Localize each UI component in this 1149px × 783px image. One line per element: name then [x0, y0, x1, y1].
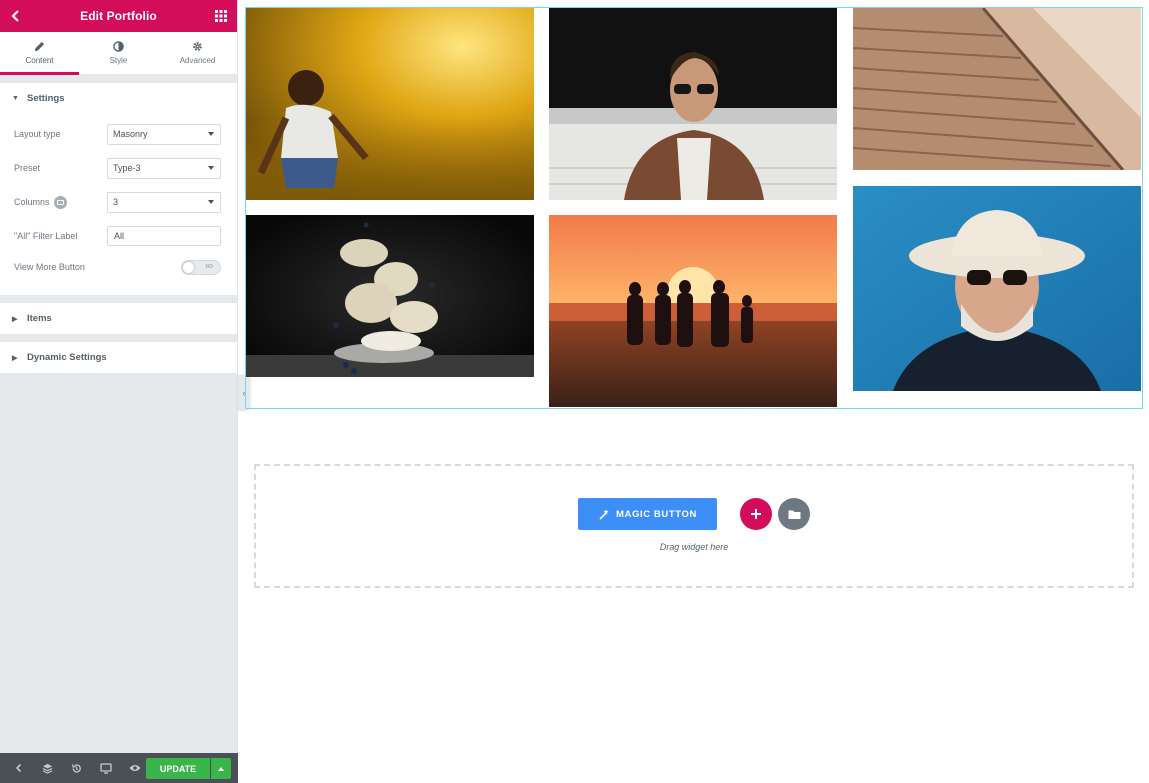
panel-tabs: Content Style Advanced: [0, 32, 237, 75]
columns-value: 3: [113, 197, 119, 207]
items-section-header[interactable]: ▶ Items: [0, 303, 237, 334]
select-arrow-icon: [208, 166, 214, 170]
tab-style[interactable]: Style: [79, 32, 158, 74]
caret-up-icon: [218, 766, 224, 771]
columns-label-text: Columns: [14, 197, 50, 207]
back-arrow-icon[interactable]: [8, 8, 24, 24]
select-arrow-icon: [208, 132, 214, 136]
settings-section-title: Settings: [27, 93, 65, 104]
preset-select[interactable]: Type-3: [107, 157, 221, 179]
layout-type-label: Layout type: [14, 129, 61, 139]
preview-eye-icon[interactable]: [120, 753, 149, 783]
old-man-in-cowboy-hat-photo[interactable]: [853, 186, 1141, 391]
panel-title: Edit Portfolio: [80, 9, 157, 23]
columns-label: Columns: [14, 195, 67, 209]
update-button[interactable]: UPDATE: [146, 758, 210, 779]
layout-type-value: Masonry: [113, 129, 148, 139]
magic-button[interactable]: MAGIC BUTTON: [578, 498, 717, 530]
tab-style-label: Style: [109, 56, 128, 65]
dynamic-settings-section: ▶ Dynamic Settings: [0, 342, 237, 373]
footer-back-icon[interactable]: [4, 753, 33, 783]
layout-type-select[interactable]: Masonry: [107, 123, 221, 145]
columns-select[interactable]: 3: [107, 191, 221, 213]
tab-content[interactable]: Content: [0, 32, 79, 75]
man-in-sunglasses-brown-jacket-photo[interactable]: [549, 8, 837, 200]
widgets-grid-icon[interactable]: [215, 10, 227, 22]
view-more-label: View More Button: [14, 262, 85, 272]
add-template-button[interactable]: [778, 498, 810, 530]
concrete-stairs-photo[interactable]: [853, 8, 1141, 170]
gear-icon: [193, 42, 202, 51]
floating-meringue-cookies-photo[interactable]: [246, 215, 534, 377]
preset-control: Preset Type-3: [14, 151, 221, 185]
panel-header: Edit Portfolio: [0, 0, 237, 32]
magic-button-label: MAGIC BUTTON: [616, 508, 697, 520]
layout-type-control: Layout type Masonry: [14, 117, 221, 151]
responsive-device-icon[interactable]: [53, 195, 67, 209]
history-icon[interactable]: [62, 753, 91, 783]
toggle-knob: [183, 261, 194, 273]
drag-widget-hint: Drag widget here: [659, 542, 729, 552]
toggle-state-label: NO: [205, 263, 214, 270]
preset-label: Preset: [14, 163, 41, 173]
settings-section: ▼ Settings Layout type Masonry Preset Ty…: [0, 83, 237, 295]
responsive-mode-icon[interactable]: [91, 753, 120, 783]
caret-right-icon: ▶: [12, 354, 18, 362]
caret-right-icon: ▶: [12, 315, 18, 323]
filter-label-label: "All" Filter Label: [14, 231, 78, 241]
plus-icon: [751, 509, 761, 519]
settings-section-header[interactable]: ▼ Settings: [0, 83, 237, 114]
panel-footer: UPDATE: [0, 753, 238, 783]
tab-advanced-label: Advanced: [179, 56, 216, 65]
items-section-title: Items: [27, 313, 52, 324]
settings-controls: Layout type Masonry Preset Type-3 Column…: [0, 114, 237, 295]
select-arrow-icon: [208, 200, 214, 204]
folder-icon: [788, 510, 800, 519]
preset-value: Type-3: [113, 163, 141, 173]
navigator-layers-icon[interactable]: [33, 753, 62, 783]
magic-wand-icon: [599, 509, 609, 520]
view-more-control: View More Button NO: [14, 253, 221, 281]
caret-down-icon: ▼: [12, 95, 19, 102]
dynamic-settings-title: Dynamic Settings: [27, 352, 107, 363]
half-circle-icon: [113, 41, 124, 52]
view-more-toggle[interactable]: NO: [181, 259, 221, 275]
tab-advanced[interactable]: Advanced: [158, 32, 237, 74]
add-section-button[interactable]: [740, 498, 772, 530]
editor-panel: Edit Portfolio Content Style Advanced ▼ …: [0, 0, 238, 783]
pencil-icon: [34, 41, 45, 52]
items-section: ▶ Items: [0, 303, 237, 334]
columns-control: Columns 3: [14, 185, 221, 219]
tab-content-label: Content: [25, 56, 54, 65]
child-running-through-sprinkler-photo[interactable]: [246, 8, 534, 200]
save-options-button[interactable]: [211, 758, 231, 779]
filter-label-control: "All" Filter Label All: [14, 219, 221, 253]
filter-label-input[interactable]: All: [107, 226, 221, 246]
group-silhouette-at-sunset-beach-photo[interactable]: [549, 215, 837, 407]
dynamic-settings-header[interactable]: ▶ Dynamic Settings: [0, 342, 237, 373]
